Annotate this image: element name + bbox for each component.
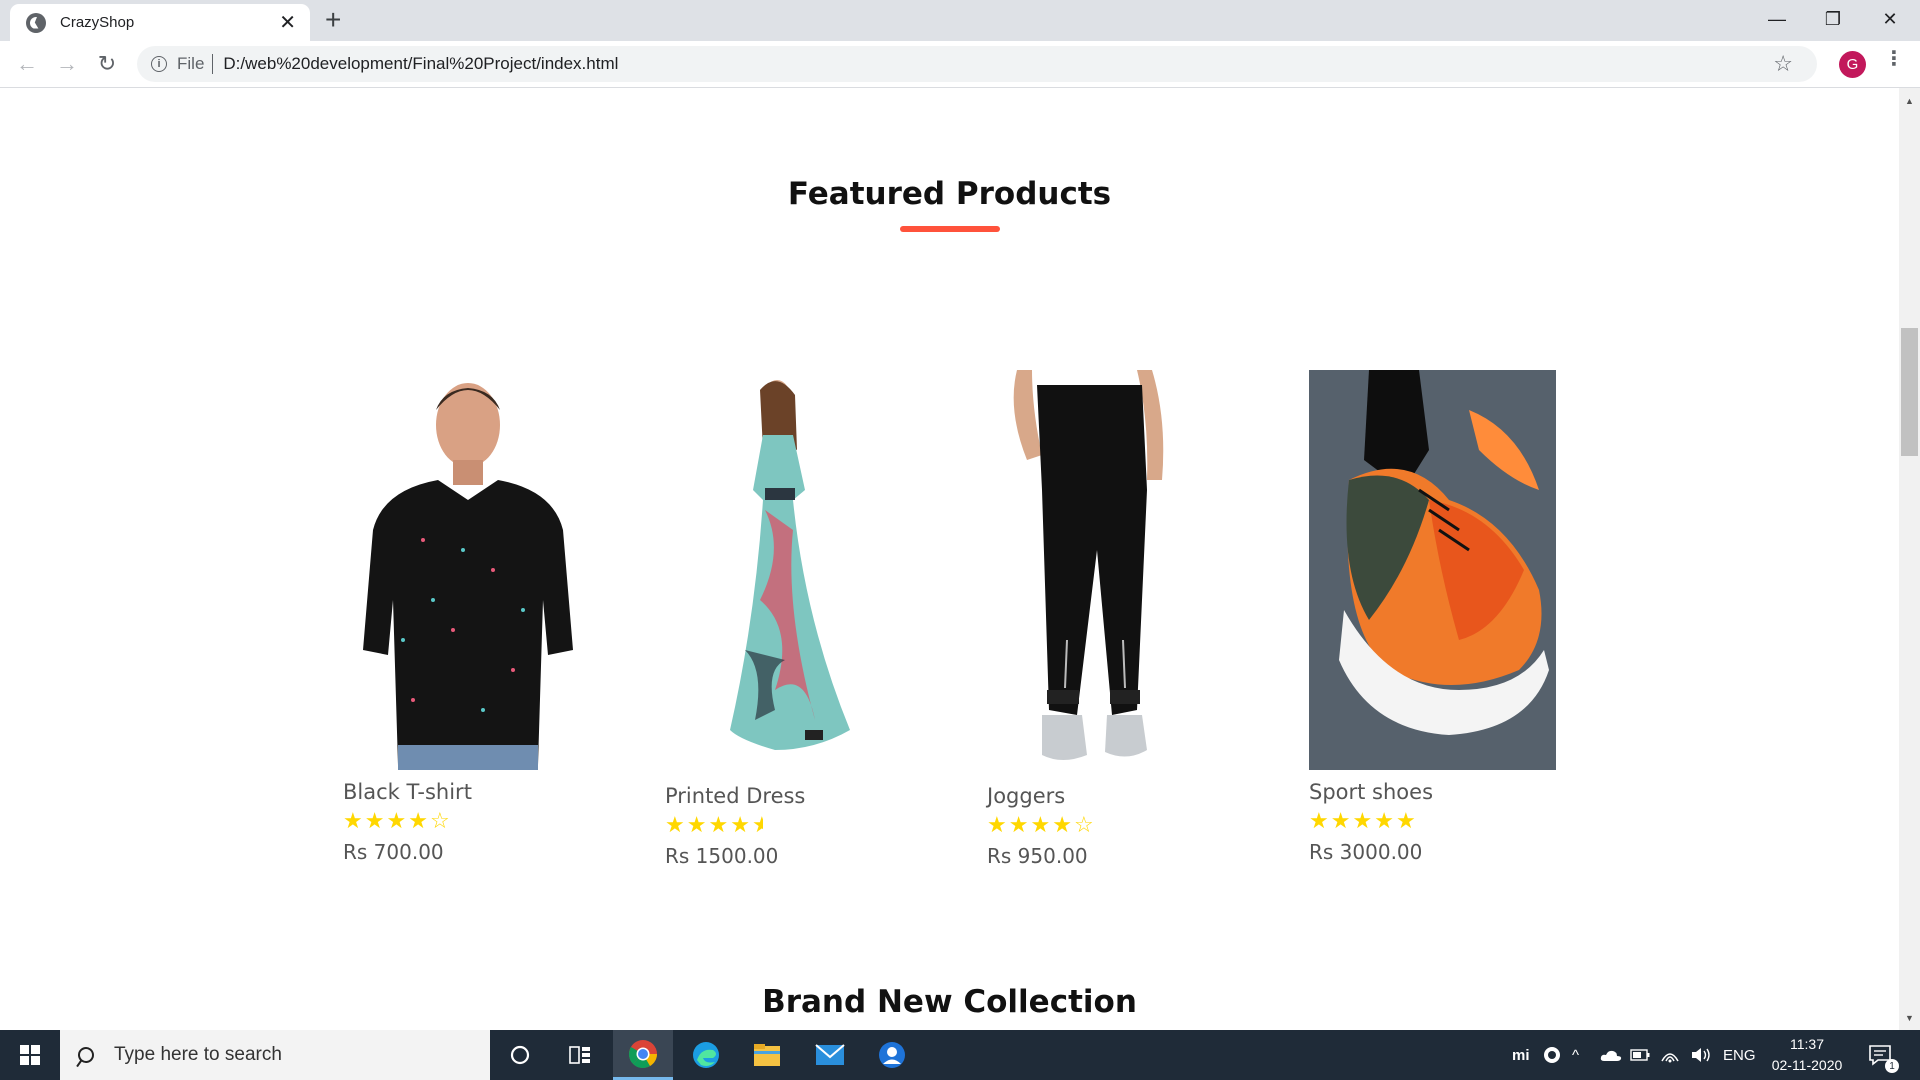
address-separator (212, 54, 214, 74)
taskbar-clock[interactable]: 11:37 02-11-2020 (1762, 1034, 1852, 1076)
mi-tray-icon[interactable]: mi (1512, 1030, 1530, 1080)
product-name[interactable]: Sport shoes (1309, 780, 1559, 804)
product-name[interactable]: Black T-shirt (343, 780, 593, 804)
file-explorer-icon[interactable] (737, 1030, 797, 1080)
star-filled-icon: ★ (1330, 808, 1353, 833)
mail-icon[interactable] (800, 1030, 860, 1080)
star-rating: ★★★★★ (1309, 810, 1559, 832)
windows-taskbar: Type here to search mi ^ ENG 11:37 02-11… (0, 1030, 1920, 1080)
product-card[interactable]: Sport shoes ★★★★★ Rs 3000.00 (1309, 370, 1559, 864)
reload-button[interactable]: ↻ (91, 48, 123, 80)
featured-products-heading: Featured Products (787, 176, 1112, 212)
star-filled-icon: ★ (1052, 812, 1074, 837)
edge-taskbar-icon[interactable] (676, 1030, 736, 1080)
info-icon[interactable]: i (151, 56, 167, 72)
star-filled-icon: ★ (1008, 812, 1031, 837)
user-app-icon[interactable] (862, 1030, 922, 1080)
star-half-icon: ★ (751, 812, 774, 837)
start-button[interactable] (0, 1030, 60, 1080)
product-image-tshirt[interactable] (343, 370, 593, 770)
star-filled-icon: ★ (1030, 812, 1053, 837)
product-image-dress[interactable] (665, 370, 915, 774)
browser-chrome: CrazyShop ✕ + — ❐ ✕ ← → ↻ i File D:/web%… (0, 0, 1920, 88)
cortana-icon[interactable] (490, 1030, 550, 1080)
star-filled-icon: ★ (1352, 808, 1375, 833)
search-icon (76, 1045, 96, 1065)
product-price: Rs 3000.00 (1309, 840, 1423, 864)
star-filled-icon: ★ (408, 808, 430, 833)
globe-icon (26, 12, 46, 33)
heading-underline (900, 226, 1000, 232)
taskbar-search[interactable]: Type here to search (60, 1030, 490, 1080)
language-indicator[interactable]: ENG (1723, 1030, 1756, 1080)
page-scrollbar[interactable]: ▲ ▼ (1899, 88, 1920, 1030)
wifi-icon[interactable] (1660, 1030, 1680, 1080)
forward-button[interactable]: → (51, 48, 83, 80)
sync-tray-icon[interactable] (1543, 1030, 1561, 1080)
product-card[interactable]: Joggers ★★★★☆ Rs 950.00 (987, 370, 1237, 868)
close-tab-icon[interactable]: ✕ (279, 13, 296, 33)
address-url[interactable]: D:/web%20development/Final%20Project/ind… (223, 54, 618, 74)
product-price: Rs 700.00 (343, 840, 444, 864)
browser-toolbar: ← → ↻ i File D:/web%20development/Final%… (0, 41, 1920, 88)
product-name[interactable]: Printed Dress (665, 784, 915, 808)
tab-strip: CrazyShop ✕ + — ❐ ✕ (0, 0, 1920, 41)
windows-logo-icon (20, 1045, 40, 1065)
star-rating: ★★★★★ (665, 814, 915, 836)
star-rating: ★★★★☆ (987, 814, 1237, 836)
chevron-up-icon[interactable]: ^ (1572, 1030, 1579, 1080)
scroll-up-arrow-icon[interactable]: ▲ (1899, 92, 1920, 109)
notification-center-icon[interactable]: 1 (1868, 1030, 1899, 1080)
scroll-thumb[interactable] (1901, 328, 1918, 456)
task-view-icon[interactable] (550, 1030, 610, 1080)
product-card[interactable]: Printed Dress ★★★★★ Rs 1500.00 (665, 370, 915, 868)
star-filled-icon: ★ (1395, 808, 1418, 833)
bookmark-star-icon[interactable]: ☆ (1773, 51, 1793, 77)
close-window-button[interactable]: ✕ (1862, 0, 1918, 38)
address-bar[interactable]: i File D:/web%20development/Final%20Proj… (137, 46, 1817, 82)
product-price: Rs 950.00 (987, 844, 1088, 868)
browser-menu-icon[interactable]: ⋮ (1884, 49, 1904, 69)
address-scheme: File (177, 54, 205, 73)
product-name[interactable]: Joggers (987, 784, 1237, 808)
star-filled-icon: ★ (730, 812, 752, 837)
back-button[interactable]: ← (11, 48, 43, 80)
clock-date: 02-11-2020 (1771, 1057, 1843, 1073)
clock-time: 11:37 (1790, 1036, 1824, 1052)
product-image-shoes[interactable] (1309, 370, 1556, 770)
minimize-button[interactable]: — (1749, 0, 1805, 38)
page-viewport: Featured Products Black T-shirt ★★★★☆ Rs… (0, 88, 1899, 1030)
star-filled-icon: ★ (708, 812, 731, 837)
notification-count-badge: 1 (1885, 1059, 1899, 1073)
star-filled-icon: ★ (1309, 808, 1331, 833)
new-tab-button[interactable]: + (325, 6, 341, 34)
restore-button[interactable]: ❐ (1805, 0, 1861, 38)
product-price: Rs 1500.00 (665, 844, 779, 868)
star-rating: ★★★★☆ (343, 810, 593, 832)
tab-title: CrazyShop (60, 14, 135, 31)
search-placeholder: Type here to search (114, 1044, 282, 1065)
star-empty-icon: ☆ (429, 808, 452, 833)
star-filled-icon: ★ (987, 812, 1009, 837)
browser-tab[interactable]: CrazyShop ✕ (10, 4, 310, 41)
star-filled-icon: ★ (364, 808, 387, 833)
brand-collection-heading: Brand New Collection (762, 984, 1137, 1020)
star-empty-icon: ☆ (1073, 812, 1096, 837)
star-filled-icon: ★ (665, 812, 687, 837)
product-card[interactable]: Black T-shirt ★★★★☆ Rs 700.00 (343, 370, 593, 864)
star-filled-icon: ★ (686, 812, 709, 837)
product-image-joggers[interactable] (987, 370, 1237, 774)
star-filled-icon: ★ (386, 808, 409, 833)
chrome-taskbar-icon[interactable] (613, 1030, 673, 1080)
onedrive-icon[interactable] (1600, 1030, 1622, 1080)
star-filled-icon: ★ (343, 808, 365, 833)
scroll-down-arrow-icon[interactable]: ▼ (1899, 1009, 1920, 1026)
battery-icon[interactable] (1630, 1030, 1650, 1080)
star-filled-icon: ★ (1374, 808, 1396, 833)
volume-icon[interactable] (1690, 1030, 1712, 1080)
profile-avatar[interactable]: G (1839, 51, 1866, 78)
